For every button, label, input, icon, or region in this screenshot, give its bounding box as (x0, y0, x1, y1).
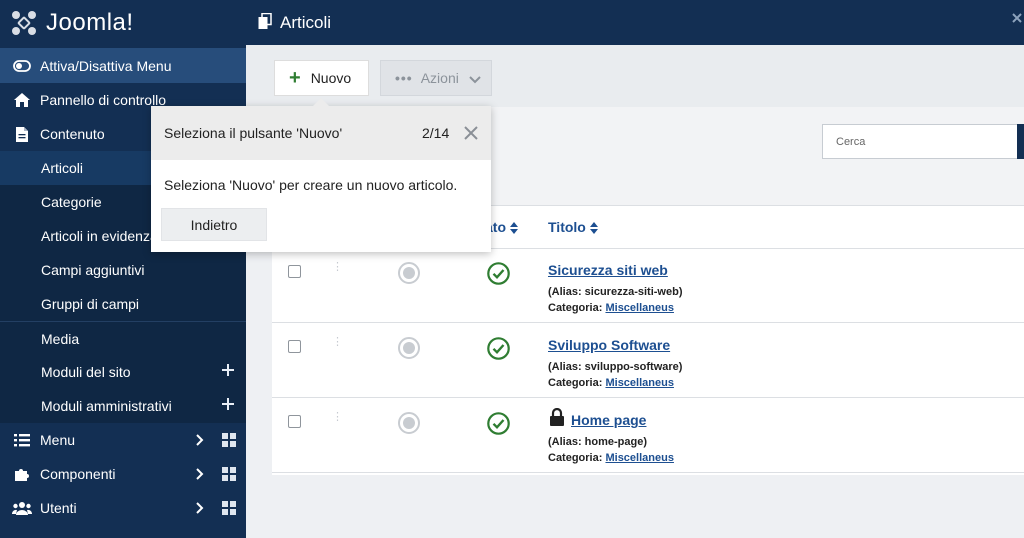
sidebar-item-label: Utenti (40, 500, 77, 516)
published-check-icon[interactable] (487, 262, 510, 288)
lock-icon[interactable] (549, 407, 565, 429)
users-icon (12, 499, 32, 517)
external-link-icon[interactable] (1012, 13, 1022, 26)
actions-label: Azioni (420, 70, 459, 86)
sidebar: Joomla! Attiva/Disattiva Menu Pannello d… (0, 0, 246, 538)
article-alias: (Alias: home-page) (548, 436, 648, 448)
sidebar-subitem-field-groups[interactable]: Gruppi di campi (0, 287, 246, 321)
featured-toggle-icon[interactable] (398, 412, 420, 437)
joomla-logo-icon (12, 10, 36, 35)
sidebar-subitem-fields[interactable]: Campi aggiuntivi (0, 253, 246, 287)
sidebar-subitem-site-modules[interactable]: Moduli del sito (0, 355, 246, 389)
add-icon[interactable] (222, 398, 234, 410)
chevron-right-icon[interactable] (196, 501, 204, 517)
dashboard-grid-icon[interactable] (222, 501, 236, 515)
popover-arrow (313, 98, 329, 106)
table-row: ⋮ Sviluppo Software (Alias: sviluppo-sof… (272, 324, 1024, 398)
ellipsis-icon: ••• (395, 70, 413, 86)
category-label: Categoria: (548, 452, 603, 464)
drag-handle-icon[interactable]: ⋮ (332, 262, 343, 273)
published-check-icon[interactable] (487, 337, 510, 363)
popover-body: Seleziona 'Nuovo' per creare un nuovo ar… (164, 177, 458, 193)
sidebar-subitem-label: Articoli in evidenza (41, 228, 158, 244)
sidebar-subitem-label: Media (41, 330, 80, 347)
popover-header: Seleziona il pulsante 'Nuovo' 2/14 (151, 106, 491, 160)
toggle-icon (12, 57, 32, 75)
category-link[interactable]: Miscellaneus (605, 302, 673, 314)
column-title[interactable]: Titolo (548, 219, 598, 235)
search-placeholder: Cerca (836, 135, 866, 148)
popover-title: Seleziona il pulsante 'Nuovo' (164, 125, 343, 141)
toolbar: + Nuovo ••• Azioni (246, 45, 1024, 107)
new-button-label: Nuovo (310, 70, 352, 86)
sidebar-subitem-label: Campi aggiuntivi (41, 262, 145, 278)
close-icon[interactable] (464, 126, 478, 143)
drag-handle-icon[interactable]: ⋮ (332, 412, 343, 423)
puzzle-icon (12, 465, 32, 483)
drag-handle-icon[interactable]: ⋮ (332, 337, 343, 348)
sidebar-subitem-label: Moduli del sito (41, 364, 131, 380)
logo-text: Joomla! (46, 8, 134, 36)
home-icon (12, 91, 32, 109)
sort-icon (510, 222, 518, 235)
dashboard-grid-icon[interactable] (222, 467, 236, 481)
article-title-link[interactable]: Sicurezza siti web (548, 262, 668, 278)
menu-toggle[interactable]: Attiva/Disattiva Menu (0, 48, 246, 83)
sidebar-item-users[interactable]: Utenti (0, 491, 246, 525)
search-button[interactable] (1017, 124, 1024, 159)
category-label: Categoria: (548, 302, 603, 314)
list-icon (12, 431, 32, 449)
featured-toggle-icon[interactable] (398, 262, 420, 287)
sidebar-item-label: Pannello di controllo (40, 92, 167, 108)
tour-popover: Seleziona il pulsante 'Nuovo' 2/14 Selez… (151, 98, 491, 252)
sidebar-item-label: Menu (40, 432, 76, 448)
copy-icon (258, 12, 272, 33)
article-title-link[interactable]: Home page (571, 412, 646, 428)
sidebar-subitem-label: Categorie (41, 194, 102, 210)
header-bar: Articoli (246, 0, 1024, 45)
category-link[interactable]: Miscellaneus (605, 452, 673, 464)
article-alias: (Alias: sviluppo-software) (548, 361, 683, 373)
search-input[interactable]: Cerca (822, 124, 1018, 159)
sidebar-item-components[interactable]: Componenti (0, 457, 246, 491)
article-alias: (Alias: sicurezza-siti-web) (548, 286, 683, 298)
sidebar-item-label: Contenuto (40, 126, 105, 142)
new-button[interactable]: + Nuovo (274, 60, 369, 96)
page-title: Articoli (280, 12, 332, 32)
sidebar-subitem-label: Articoli (41, 160, 84, 176)
dashboard-grid-icon[interactable] (222, 433, 236, 447)
sidebar-subitem-label: Gruppi di campi (41, 296, 140, 312)
joomla-logo[interactable]: Joomla! (0, 0, 246, 45)
sidebar-subitem-label: Moduli amministrativi (41, 398, 172, 414)
article-category: Categoria: Miscellaneus (548, 452, 674, 464)
back-button[interactable]: Indietro (161, 208, 267, 241)
sidebar-item-menu[interactable]: Menu (0, 423, 246, 457)
sidebar-item-label: Componenti (40, 466, 116, 482)
actions-dropdown[interactable]: ••• Azioni (380, 60, 492, 96)
row-checkbox[interactable] (288, 415, 301, 428)
chevron-right-icon[interactable] (196, 467, 204, 483)
sort-icon (589, 222, 598, 235)
category-link[interactable]: Miscellaneus (605, 377, 673, 389)
article-category: Categoria: Miscellaneus (548, 377, 674, 389)
sidebar-subitem-admin-modules[interactable]: Moduli amministrativi (0, 389, 246, 423)
add-icon[interactable] (222, 364, 234, 376)
table-row: ⋮ Sicurezza siti web (Alias: sicurezza-s… (272, 249, 1024, 323)
row-checkbox[interactable] (288, 265, 301, 278)
row-checkbox[interactable] (288, 340, 301, 353)
chevron-down-icon (469, 71, 481, 87)
step-counter: 2/14 (422, 125, 450, 141)
article-category: Categoria: Miscellaneus (548, 302, 674, 314)
article-title-link[interactable]: Sviluppo Software (548, 337, 670, 353)
table-row: ⋮ Home page (Alias: home-page) Categoria… (272, 399, 1024, 473)
featured-toggle-icon[interactable] (398, 337, 420, 362)
plus-icon: + (289, 67, 301, 89)
category-label: Categoria: (548, 377, 603, 389)
published-check-icon[interactable] (487, 412, 510, 438)
column-title-label: Titolo (548, 219, 586, 235)
chevron-right-icon[interactable] (196, 433, 204, 449)
menu-toggle-label: Attiva/Disattiva Menu (40, 57, 172, 74)
sidebar-subitem-media[interactable]: Media (0, 321, 246, 355)
file-icon (12, 125, 32, 143)
